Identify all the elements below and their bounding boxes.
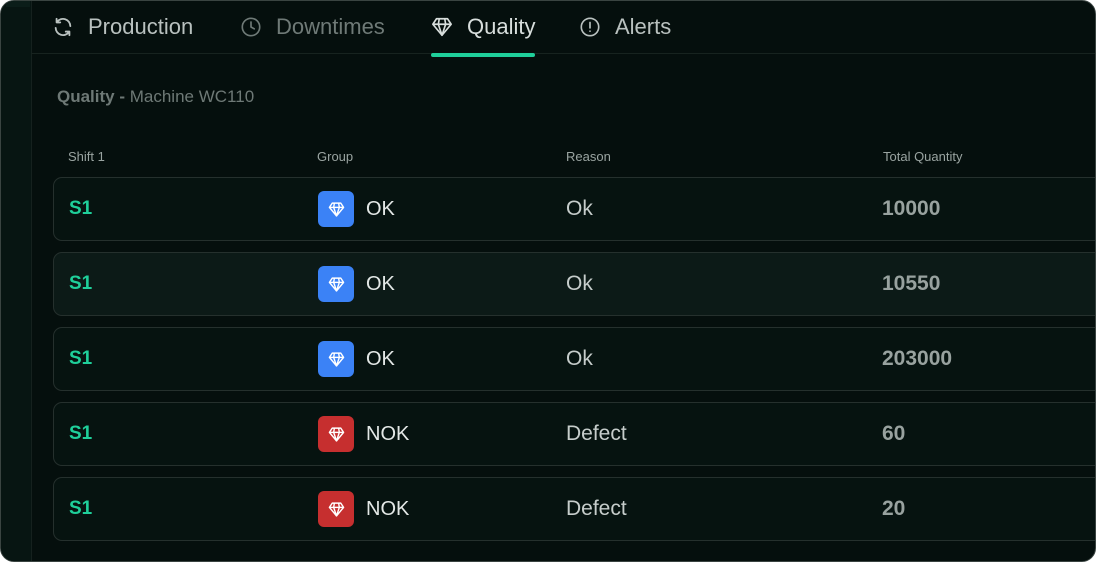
total-quantity-cell: 10000 — [882, 197, 941, 220]
page-title: Quality - Machine WC110 — [57, 87, 254, 107]
alert-circle-icon — [579, 16, 601, 38]
tab-bar: Production Downtimes Quality Alerts — [31, 1, 1095, 57]
column-header-group: Group — [317, 149, 354, 164]
active-tab-indicator — [431, 53, 536, 57]
total-quantity-cell: 203000 — [882, 347, 953, 370]
table-row[interactable]: S1 NOK Defect 60 — [53, 402, 1095, 466]
group-cell: NOK — [318, 403, 409, 465]
group-cell: NOK — [318, 478, 409, 540]
tab-label: Quality — [467, 14, 536, 39]
diamond-icon — [318, 416, 354, 452]
page-title-machine: Machine WC110 — [125, 87, 255, 106]
group-cell: OK — [318, 328, 395, 390]
group-cell: OK — [318, 253, 395, 315]
group-cell: OK — [318, 178, 395, 240]
tab-label: Downtimes — [276, 14, 385, 39]
reason-cell: Ok — [566, 347, 593, 370]
page-title-bold: Quality - — [57, 87, 126, 106]
reason-cell: Ok — [566, 272, 593, 295]
group-label: OK — [366, 347, 395, 370]
tab-production[interactable]: Production — [52, 1, 193, 53]
app-window: Production Downtimes Quality Alerts Qual… — [0, 0, 1096, 562]
clock-icon — [240, 16, 262, 38]
total-quantity-cell: 20 — [882, 497, 906, 520]
shift-cell: S1 — [69, 273, 93, 294]
table-row[interactable]: S1 NOK Defect 20 — [53, 477, 1095, 541]
refresh-icon — [52, 16, 74, 38]
column-header-reason: Reason — [566, 149, 611, 164]
shift-cell: S1 — [69, 498, 93, 519]
table-row[interactable]: S1 OK Ok 10000 — [53, 177, 1095, 241]
group-label: OK — [366, 197, 395, 220]
diamond-icon — [318, 266, 354, 302]
reason-cell: Defect — [566, 422, 627, 445]
column-header-total-quantity: Total Quantity — [883, 149, 963, 164]
group-label: NOK — [366, 497, 410, 520]
shift-cell: S1 — [69, 423, 93, 444]
group-label: OK — [366, 272, 395, 295]
reason-cell: Defect — [566, 497, 627, 520]
tab-downtimes[interactable]: Downtimes — [240, 1, 385, 53]
tab-label: Production — [88, 14, 194, 39]
column-header-shift: Shift 1 — [68, 149, 105, 164]
reason-cell: Ok — [566, 197, 593, 220]
table-row[interactable]: S1 OK Ok 203000 — [53, 327, 1095, 391]
group-label: NOK — [366, 422, 410, 445]
tab-label: Alerts — [615, 14, 672, 39]
tab-alerts[interactable]: Alerts — [579, 1, 671, 53]
diamond-icon — [318, 191, 354, 227]
sidebar-handle — [6, 1, 30, 7]
total-quantity-cell: 10550 — [882, 272, 941, 295]
total-quantity-cell: 60 — [882, 422, 906, 445]
shift-cell: S1 — [69, 198, 93, 219]
sidebar-collapsed — [1, 1, 32, 561]
diamond-icon — [431, 16, 453, 38]
diamond-icon — [318, 341, 354, 377]
table-row[interactable]: S1 OK Ok 10550 — [53, 252, 1095, 316]
tab-quality[interactable]: Quality — [431, 1, 536, 57]
diamond-icon — [318, 491, 354, 527]
shift-cell: S1 — [69, 348, 93, 369]
